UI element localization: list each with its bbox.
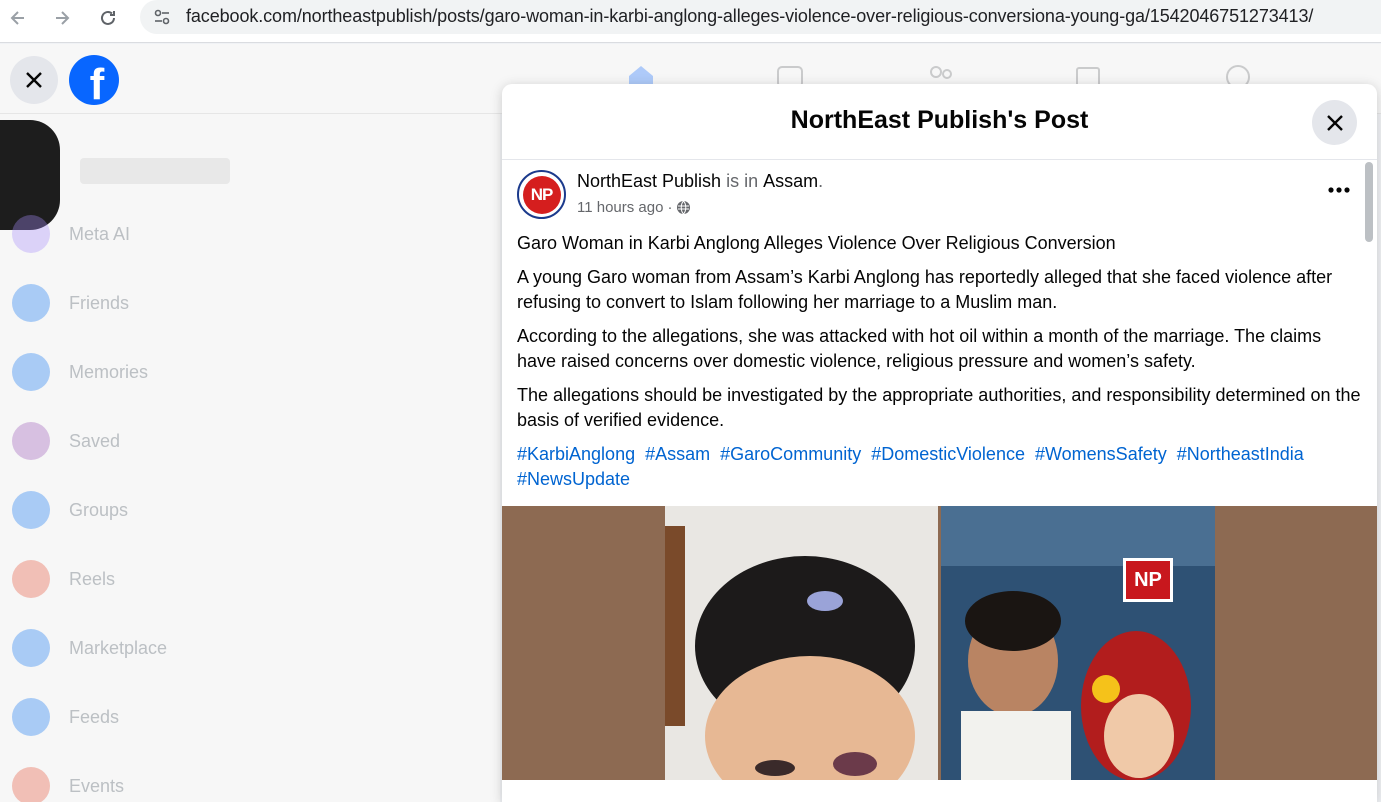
sidebar-item-meta-ai[interactable]: Meta AI bbox=[12, 209, 482, 259]
profile-name-redacted[interactable] bbox=[80, 158, 230, 184]
location-link[interactable]: Assam bbox=[763, 171, 818, 191]
post-paragraph: A young Garo woman from Assam’s Karbi An… bbox=[517, 267, 1333, 312]
sidebar-item-events[interactable]: Events bbox=[12, 761, 482, 802]
meta-ai-icon bbox=[12, 215, 50, 253]
sidebar-item-label: Memories bbox=[69, 361, 149, 382]
modal-header: NorthEast Publish's Post bbox=[502, 84, 1377, 160]
post-image[interactable]: NP bbox=[502, 506, 1377, 780]
close-overlay-button[interactable] bbox=[10, 56, 58, 104]
reels-icon bbox=[12, 560, 50, 598]
author-name-link[interactable]: NorthEast Publish bbox=[577, 171, 721, 191]
sidebar-item-reels[interactable]: Reels bbox=[12, 554, 482, 604]
sidebar-item-saved[interactable]: Saved bbox=[12, 416, 482, 466]
sidebar-item-feeds[interactable]: Feeds bbox=[12, 692, 482, 742]
marketplace-icon bbox=[12, 629, 50, 667]
sidebar-item-groups[interactable]: Groups bbox=[12, 485, 482, 535]
post-image-right-panel: NP bbox=[941, 506, 1215, 780]
post-meta: 11 hours ago · bbox=[577, 199, 691, 216]
is-in-text: is in bbox=[726, 171, 759, 191]
hashtag-link[interactable]: #DomesticViolence bbox=[871, 444, 1025, 464]
close-icon bbox=[1326, 114, 1343, 131]
sidebar-item-label: Feeds bbox=[69, 706, 120, 727]
woman-photo bbox=[665, 506, 938, 780]
url-text[interactable]: facebook.com/northeastpublish/posts/garo… bbox=[186, 6, 1313, 27]
period-text: . bbox=[818, 171, 824, 191]
sidebar-item-memories[interactable]: Memories bbox=[12, 347, 482, 397]
friends-icon bbox=[12, 284, 50, 322]
globe-icon[interactable] bbox=[676, 200, 691, 215]
meta-separator: · bbox=[667, 199, 673, 216]
events-icon bbox=[12, 767, 50, 802]
sidebar-item-label: Saved bbox=[69, 430, 121, 451]
post-paragraph: The allegations should be investigated b… bbox=[517, 385, 1361, 430]
author-avatar[interactable]: NP bbox=[517, 170, 566, 219]
sidebar-item-label: Reels bbox=[69, 568, 116, 589]
sidebar-item-friends[interactable]: Friends bbox=[12, 278, 482, 328]
sidebar-item-label: Marketplace bbox=[69, 637, 168, 658]
hashtags: #KarbiAnglong #Assam #GaroCommunity #Dom… bbox=[517, 442, 1362, 492]
back-arrow-icon[interactable] bbox=[4, 4, 32, 32]
sidebar-item-label: Friends bbox=[69, 292, 130, 313]
modal-title: NorthEast Publish's Post bbox=[790, 106, 1089, 134]
feeds-icon bbox=[12, 698, 50, 736]
saved-icon bbox=[12, 422, 50, 460]
more-options-button[interactable] bbox=[1327, 182, 1351, 194]
avatar-logo: NP bbox=[522, 175, 561, 214]
post-image-left-panel bbox=[665, 506, 938, 780]
modal-close-button[interactable] bbox=[1312, 100, 1357, 145]
modal-scrollbar[interactable] bbox=[1365, 162, 1373, 242]
hashtag-link[interactable]: #GaroCommunity bbox=[720, 444, 861, 464]
post-paragraph: Garo Woman in Karbi Anglong Alleges Viol… bbox=[517, 233, 1116, 253]
post-author-line: NorthEast Publish is in Assam. bbox=[577, 171, 823, 192]
facebook-logo-icon[interactable]: f bbox=[69, 55, 119, 105]
sidebar-item-label: Events bbox=[69, 775, 125, 796]
address-bar[interactable]: facebook.com/northeastpublish/posts/garo… bbox=[140, 0, 1381, 34]
hashtag-link[interactable]: #Assam bbox=[645, 444, 710, 464]
hashtag-link[interactable]: #WomensSafety bbox=[1035, 444, 1167, 464]
post-paragraph: According to the allegations, she was at… bbox=[517, 326, 1322, 371]
forward-arrow-icon[interactable] bbox=[48, 4, 76, 32]
post-body: Garo Woman in Karbi Anglong Alleges Viol… bbox=[517, 231, 1362, 501]
reload-icon[interactable] bbox=[94, 4, 122, 32]
sidebar-item-label: Meta AI bbox=[69, 223, 131, 244]
close-icon bbox=[26, 72, 42, 88]
site-settings-icon[interactable] bbox=[152, 7, 172, 27]
more-dots-icon bbox=[1328, 187, 1350, 193]
sidebar-item-label: Groups bbox=[69, 499, 129, 520]
browser-toolbar: facebook.com/northeastpublish/posts/garo… bbox=[0, 0, 1381, 43]
couple-photo bbox=[941, 506, 1215, 780]
hashtag-link[interactable]: #NortheastIndia bbox=[1177, 444, 1304, 464]
sidebar-item-marketplace[interactable]: Marketplace bbox=[12, 623, 482, 673]
groups-icon bbox=[12, 491, 50, 529]
np-logo-badge: NP bbox=[1123, 558, 1173, 602]
hashtag-link[interactable]: #KarbiAnglong bbox=[517, 444, 635, 464]
post-timestamp[interactable]: 11 hours ago bbox=[577, 199, 663, 216]
hashtag-link[interactable]: #NewsUpdate bbox=[517, 469, 630, 489]
post-modal: NorthEast Publish's Post NP NorthEast Pu… bbox=[502, 84, 1377, 802]
memories-icon bbox=[12, 353, 50, 391]
